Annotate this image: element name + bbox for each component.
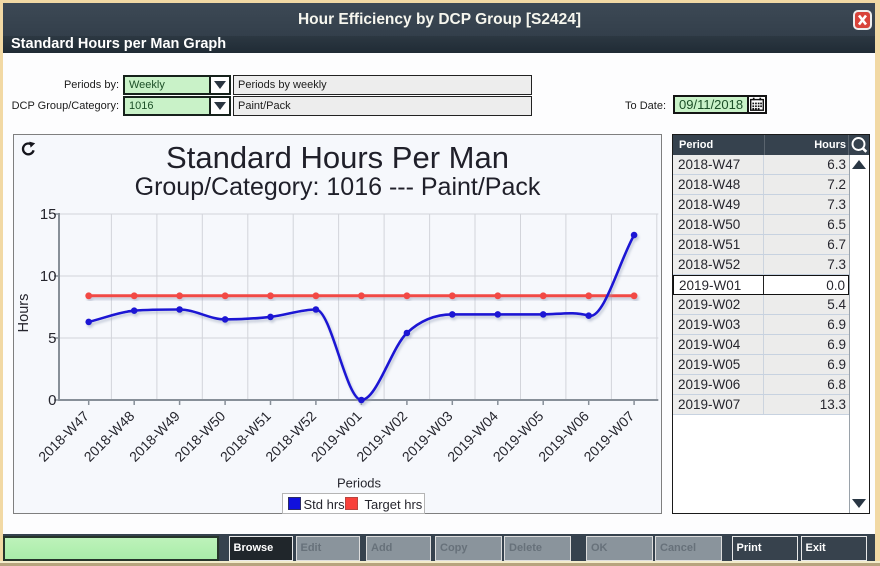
svg-text:Target hrs: Target hrs [365, 497, 423, 512]
svg-text:10: 10 [40, 268, 57, 285]
svg-text:Periods: Periods [337, 476, 382, 491]
svg-text:5: 5 [48, 330, 56, 347]
svg-text:Hours: Hours [16, 294, 32, 333]
svg-text:Std hrs: Std hrs [304, 497, 346, 512]
svg-text:0: 0 [48, 392, 56, 409]
svg-text:15: 15 [40, 206, 57, 223]
